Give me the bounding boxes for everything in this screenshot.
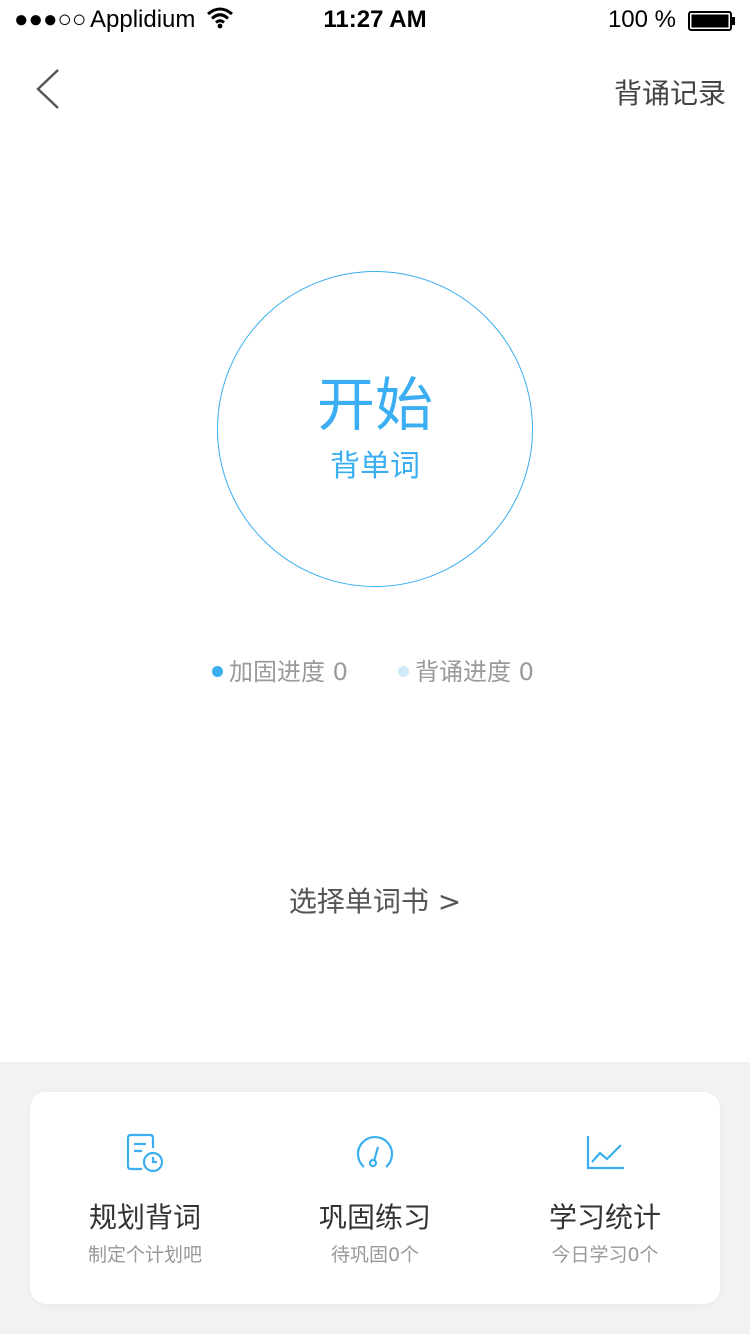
choose-word-book-link[interactable]: 选择单词书 >	[0, 880, 750, 920]
screen: ●●●○○ Applidium 11:27 AM 100 % 背诵记录 开始 背…	[0, 0, 750, 1334]
consolidate-dot-icon	[212, 665, 223, 677]
plan-words-subtitle: 制定个计划吧	[87, 1244, 202, 1266]
study-stats-subtitle: 今日学习0个	[551, 1244, 659, 1266]
consolidate-practice-subtitle: 待巩固0个	[330, 1244, 420, 1266]
battery-percent: 100 %	[607, 6, 676, 33]
back-button[interactable]	[28, 64, 68, 114]
recite-progress: 背诵进度 0	[398, 652, 534, 687]
study-stats-button[interactable]: 学习统计 今日学习0个	[490, 1092, 720, 1304]
chart-icon	[490, 1130, 720, 1174]
actions-card: 规划背词 制定个计划吧 巩固练习 待巩固0个 学习统计 今日学习0个	[30, 1092, 720, 1304]
plan-icon	[30, 1130, 260, 1174]
plan-words-title: 规划背词	[88, 1201, 201, 1234]
recite-dot-icon	[398, 665, 409, 677]
consolidate-practice-title: 巩固练习	[318, 1201, 431, 1234]
gauge-icon	[260, 1130, 490, 1174]
consolidate-progress-label: 加固进度 0	[229, 658, 348, 686]
recite-progress-label: 背诵进度 0	[415, 658, 534, 686]
start-sublabel: 背单词	[330, 449, 420, 484]
status-bar: ●●●○○ Applidium 11:27 AM 100 %	[0, 0, 750, 40]
chevron-left-icon	[36, 69, 59, 109]
bottom-area: 规划背词 制定个计划吧 巩固练习 待巩固0个 学习统计 今日学习0个	[0, 1062, 750, 1334]
plan-words-button[interactable]: 规划背词 制定个计划吧	[30, 1092, 260, 1304]
consolidate-practice-button[interactable]: 巩固练习 待巩固0个	[260, 1092, 490, 1304]
study-stats-title: 学习统计	[548, 1201, 661, 1234]
start-recite-button[interactable]: 开始 背单词	[217, 271, 533, 587]
battery-icon	[688, 10, 736, 31]
recite-history-link[interactable]: 背诵记录	[614, 72, 726, 112]
consolidate-progress: 加固进度 0	[212, 652, 348, 687]
start-label: 开始	[316, 371, 433, 439]
